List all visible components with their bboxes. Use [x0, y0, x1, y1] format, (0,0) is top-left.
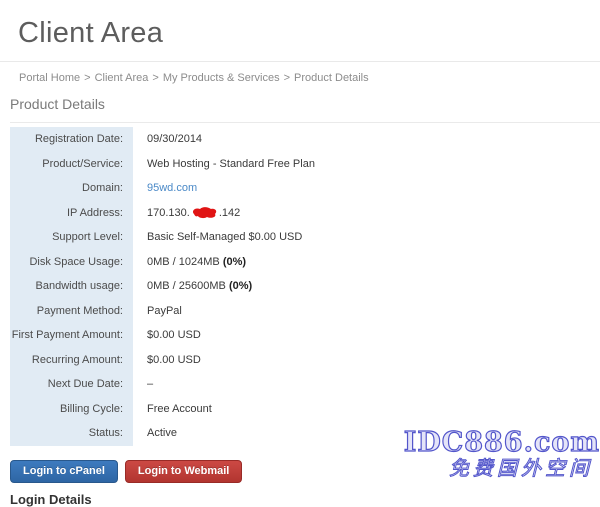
row-label: Product/Service:	[10, 152, 133, 177]
usage-percent: (0%)	[223, 256, 246, 268]
row-value: Free Account	[133, 397, 212, 422]
row-value: 09/30/2014	[133, 127, 202, 152]
table-row: First Payment Amount:$0.00 USD	[10, 323, 600, 348]
row-label: Recurring Amount:	[10, 348, 133, 373]
table-row: Domain: 95wd.com	[10, 176, 600, 201]
row-label: Status:	[10, 421, 133, 446]
usage-value: 0MB / 25600MB	[147, 280, 229, 292]
usage-percent: (0%)	[229, 280, 252, 292]
table-row: Bandwidth usage:0MB / 25600MB (0%)	[10, 274, 600, 299]
row-label: Registration Date:	[10, 127, 133, 152]
breadcrumb-separator: >	[284, 72, 290, 84]
table-row: Billing Cycle:Free Account	[10, 397, 600, 422]
breadcrumb-link-product-details[interactable]: Product Details	[294, 72, 369, 84]
row-label: Bandwidth usage:	[10, 274, 133, 299]
table-row: Disk Space Usage:0MB / 1024MB (0%)	[10, 250, 600, 275]
section-title-wrap: Product Details	[10, 96, 600, 123]
login-to-cpanel-button[interactable]: Login to cPanel	[10, 460, 118, 483]
breadcrumb-link-my-products-services[interactable]: My Products & Services	[163, 72, 280, 84]
breadcrumb-link-portal-home[interactable]: Portal Home	[19, 72, 80, 84]
row-label: Billing Cycle:	[10, 397, 133, 422]
table-row: Payment Method:PayPal	[10, 299, 600, 324]
breadcrumb: Portal Home>Client Area>My Products & Se…	[19, 72, 600, 85]
row-value: –	[133, 372, 153, 397]
row-value: 170.130. .142	[133, 201, 240, 226]
breadcrumb-link-client-area[interactable]: Client Area	[95, 72, 149, 84]
table-row: Registration Date:09/30/2014	[10, 127, 600, 152]
login-details-heading: Login Details	[10, 492, 600, 507]
ip-redaction-scribble	[191, 206, 218, 219]
table-row: IP Address: 170.130. .142	[10, 201, 600, 226]
row-value: 95wd.com	[133, 176, 197, 201]
table-row: Product/Service:Web Hosting - Standard F…	[10, 152, 600, 177]
row-value: Basic Self-Managed $0.00 USD	[133, 225, 302, 250]
table-row: Recurring Amount:$0.00 USD	[10, 348, 600, 373]
ip-prefix: 170.130.	[147, 207, 190, 219]
login-to-webmail-button[interactable]: Login to Webmail	[125, 460, 242, 483]
row-label: First Payment Amount:	[10, 323, 133, 348]
row-label: Payment Method:	[10, 299, 133, 324]
row-value: PayPal	[133, 299, 182, 324]
ip-suffix: .142	[219, 207, 240, 219]
row-label: Disk Space Usage:	[10, 250, 133, 275]
row-label: Domain:	[10, 176, 133, 201]
breadcrumb-separator: >	[84, 72, 90, 84]
table-row: Status:Active	[10, 421, 600, 446]
row-label: Next Due Date:	[10, 372, 133, 397]
product-details-table: Registration Date:09/30/2014Product/Serv…	[10, 127, 600, 446]
page-header: Client Area	[0, 0, 600, 50]
row-label: IP Address:	[10, 201, 133, 226]
row-value: 0MB / 1024MB (0%)	[133, 250, 246, 275]
row-value: $0.00 USD	[133, 348, 201, 373]
usage-value: 0MB / 1024MB	[147, 256, 223, 268]
section-title: Product Details	[10, 96, 105, 112]
row-value: $0.00 USD	[133, 323, 201, 348]
page-title: Client Area	[18, 16, 600, 50]
row-value: 0MB / 25600MB (0%)	[133, 274, 252, 299]
row-value: Active	[133, 421, 177, 446]
breadcrumb-separator: >	[152, 72, 158, 84]
row-label: Support Level:	[10, 225, 133, 250]
row-value: Web Hosting - Standard Free Plan	[133, 152, 315, 177]
action-buttons: Login to cPanel Login to Webmail	[10, 460, 600, 483]
table-row: Support Level:Basic Self-Managed $0.00 U…	[10, 225, 600, 250]
header-divider	[0, 61, 600, 62]
table-row: Next Due Date:–	[10, 372, 600, 397]
domain-link[interactable]: 95wd.com	[147, 182, 197, 194]
